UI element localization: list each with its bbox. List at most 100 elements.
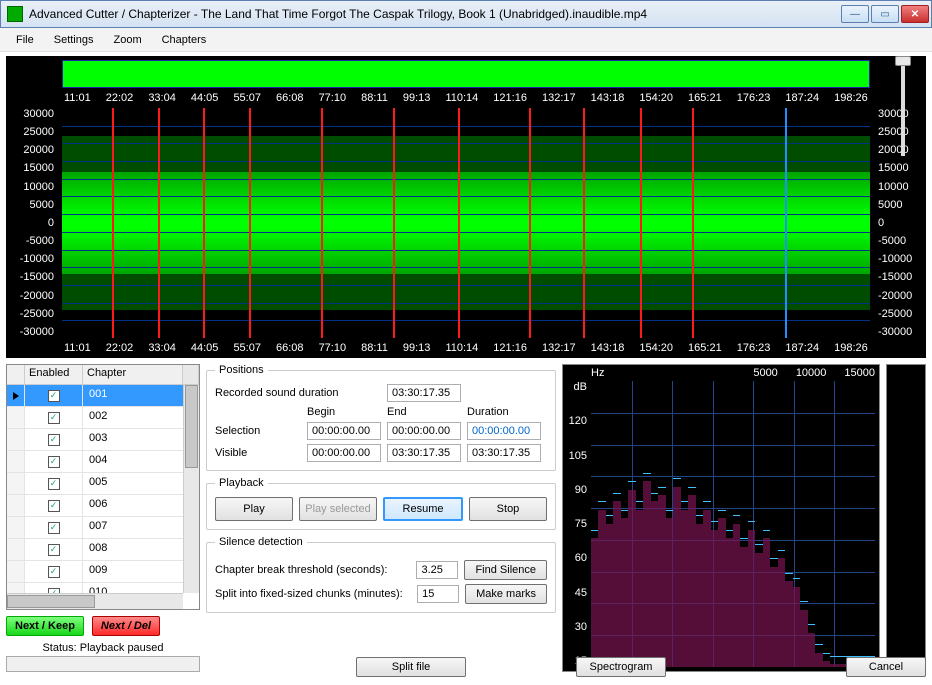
time-ruler-top: 11:0122:0233:0444:0555:0766:0877:1088:11… [62,90,870,106]
split-file-button[interactable]: Split file [356,657,466,677]
chapter-cell: 006 [83,495,183,516]
cancel-button[interactable]: Cancel [846,657,926,677]
table-row[interactable]: ✓ 003 [7,429,183,451]
enabled-checkbox[interactable]: ✓ [48,500,60,512]
chapter-cell: 005 [83,473,183,494]
table-horizontal-scrollbar[interactable] [7,593,183,609]
table-row[interactable]: ✓ 008 [7,539,183,561]
table-vertical-scrollbar[interactable] [183,385,199,593]
zoom-slider[interactable] [888,56,918,156]
table-row[interactable]: ✓ 007 [7,517,183,539]
visible-duration[interactable]: 03:30:17.35 [467,444,541,462]
positions-legend: Positions [215,364,268,376]
silence-detection-group: Silence detection Chapter break threshol… [206,536,556,613]
column-header-chapter[interactable]: Chapter [83,365,183,384]
window-maximize-button[interactable]: ▭ [871,5,899,23]
stop-button[interactable]: Stop [469,497,547,521]
enabled-checkbox[interactable]: ✓ [48,544,60,556]
enabled-checkbox[interactable]: ✓ [48,566,60,578]
chapter-marker[interactable] [458,108,460,338]
waveform-panel[interactable]: 11:0122:0233:0444:0555:0766:0877:1088:11… [6,56,926,358]
table-row[interactable]: ✓010 [7,583,183,593]
status-label: Status: Playback paused [6,642,200,654]
hz-label: Hz [591,367,604,379]
col-duration: Duration [467,406,541,418]
find-silence-button[interactable]: Find Silence [464,560,547,580]
col-end: End [387,406,461,418]
table-row[interactable]: ✓ 006 [7,495,183,517]
chapter-marker[interactable] [203,108,205,338]
amplitude-axis-left: 300002500020000150001000050000-5000-1000… [6,108,58,338]
enabled-checkbox[interactable]: ✓ [48,390,60,402]
waveform-overview[interactable] [62,60,870,88]
make-marks-button[interactable]: Make marks [465,584,547,604]
menu-chapters[interactable]: Chapters [154,31,215,49]
chapter-marker[interactable] [583,108,585,338]
enabled-checkbox[interactable]: ✓ [48,478,60,490]
table-row[interactable]: ✓ 005 [7,473,183,495]
selection-begin[interactable]: 00:00:00.00 [307,422,381,440]
window-titlebar: Advanced Cutter / Chapterizer - The Land… [0,0,932,28]
zoom-slider-thumb[interactable] [895,56,911,66]
chapter-marker[interactable] [393,108,395,338]
time-ruler-bottom: 11:0122:0233:0444:0555:0766:0877:1088:11… [62,340,870,356]
threshold-input[interactable]: 3.25 [416,561,458,579]
visible-begin[interactable]: 00:00:00.00 [307,444,381,462]
table-row[interactable]: ✓ 009 [7,561,183,583]
playback-group: Playback Play Play selected Resume Stop [206,477,556,530]
enabled-checkbox[interactable]: ✓ [48,456,60,468]
play-selected-button: Play selected [299,497,377,521]
chapter-cell: 008 [83,539,183,560]
menu-settings[interactable]: Settings [46,31,102,49]
table-row[interactable]: ✓ 002 [7,407,183,429]
positions-group: Positions Recorded sound duration 03:30:… [206,364,556,471]
chunks-input[interactable]: 15 [417,585,459,603]
enabled-checkbox[interactable]: ✓ [48,434,60,446]
playback-cursor[interactable] [785,108,787,338]
table-row[interactable]: ✓001 [7,385,183,407]
enabled-checkbox[interactable]: ✓ [48,522,60,534]
col-begin: Begin [307,406,381,418]
column-header-enabled[interactable]: Enabled [25,365,83,384]
chapter-cell: 007 [83,517,183,538]
spectrum-display[interactable]: Hz 50001000015000 dB120105907560453015 [562,364,880,672]
enabled-checkbox[interactable]: ✓ [48,412,60,424]
next-del-button[interactable]: Next / Del [92,616,160,636]
selection-duration[interactable]: 00:00:00.00 [467,422,541,440]
app-icon [7,6,23,22]
chunks-label: Split into fixed-sized chunks (minutes): [215,588,411,600]
chapter-marker[interactable] [692,108,694,338]
chapter-marker[interactable] [529,108,531,338]
chapter-marker[interactable] [321,108,323,338]
menu-zoom[interactable]: Zoom [105,31,149,49]
waveform-canvas[interactable] [62,108,870,338]
chapter-marker[interactable] [112,108,114,338]
chapter-cell: 004 [83,451,183,472]
next-keep-button[interactable]: Next / Keep [6,616,84,636]
table-corner [7,365,25,384]
window-title: Advanced Cutter / Chapterizer - The Land… [29,7,841,21]
chapter-marker[interactable] [158,108,160,338]
selection-end[interactable]: 00:00:00.00 [387,422,461,440]
play-button[interactable]: Play [215,497,293,521]
visible-label: Visible [215,447,301,459]
chapter-cell: 002 [83,407,183,428]
chapter-cell: 003 [83,429,183,450]
window-close-button[interactable]: ✕ [901,5,929,23]
table-row[interactable]: ✓ 004 [7,451,183,473]
row-indicator-icon [13,392,19,400]
chapter-table[interactable]: Enabled Chapter ✓001✓002✓003✓004✓005✓006… [6,364,200,610]
chapter-marker[interactable] [249,108,251,338]
visible-end[interactable]: 03:30:17.35 [387,444,461,462]
selection-label: Selection [215,425,301,437]
chapter-cell: 009 [83,561,183,582]
spectrogram-button[interactable]: Spectrogram [576,657,666,677]
volume-meter [886,364,926,672]
silence-legend: Silence detection [215,536,307,548]
chapter-cell: 010 [83,583,183,593]
resume-button[interactable]: Resume [383,497,463,521]
chapter-marker[interactable] [640,108,642,338]
window-minimize-button[interactable]: — [841,5,869,23]
threshold-label: Chapter break threshold (seconds): [215,564,410,576]
menu-file[interactable]: File [8,31,42,49]
